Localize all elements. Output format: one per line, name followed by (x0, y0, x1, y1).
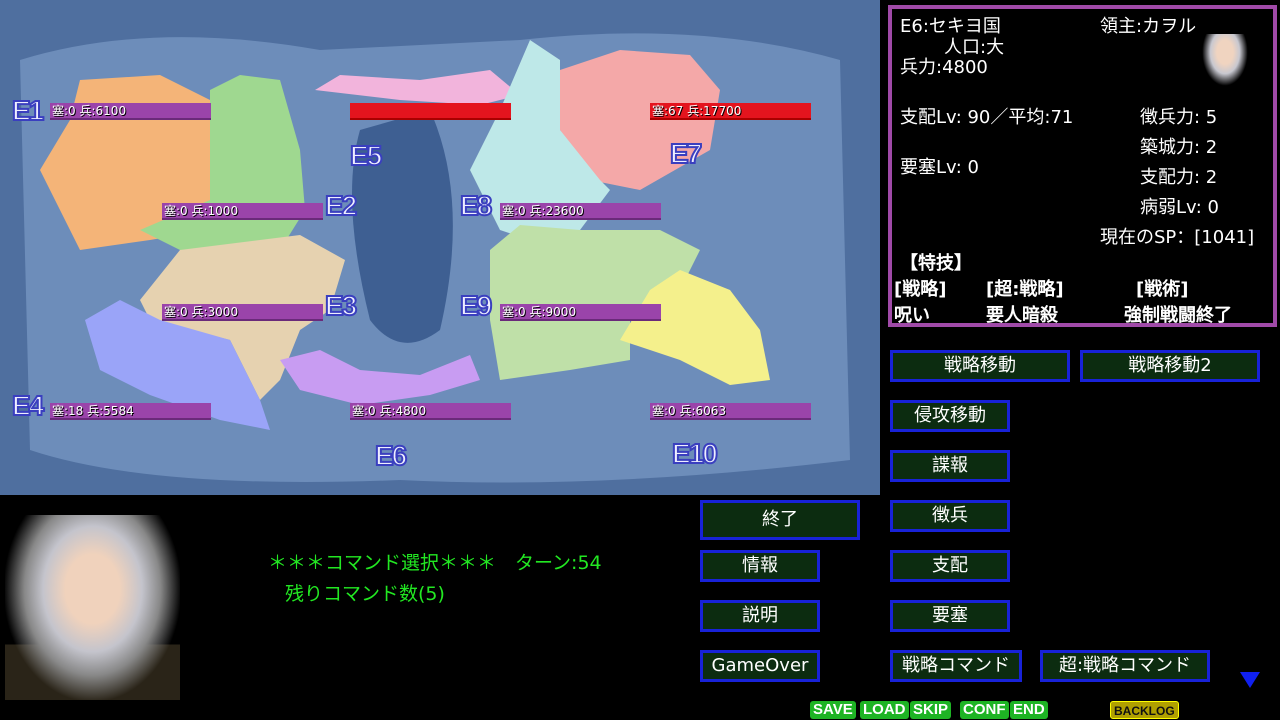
help-button[interactable]: 説明 (700, 600, 820, 632)
recruit-power: 徴兵力: 5 (1140, 107, 1218, 128)
region-status-e5 (350, 103, 511, 120)
troops: 兵力:4800 (900, 57, 988, 78)
region-status-e8: 塞:0 兵:23600 (500, 203, 661, 220)
sick-level: 病弱Lv: 0 (1140, 197, 1219, 218)
region-label-e2[interactable]: E2 (324, 189, 358, 222)
spy-button[interactable]: 諜報 (890, 450, 1010, 482)
control-level: 支配Lv: 90／平均:71 (900, 107, 1074, 128)
skill-header-strategy: [戦略] (894, 279, 947, 300)
recruit-button[interactable]: 徴兵 (890, 500, 1010, 532)
region-label-e6[interactable]: E6 (374, 439, 408, 472)
lord-portrait (1202, 34, 1248, 86)
invade-move-button[interactable]: 侵攻移動 (890, 400, 1010, 432)
skill-header-super: [超:戦略] (986, 279, 1064, 300)
load-button[interactable]: LOAD (860, 701, 909, 719)
region-status-e2: 塞:0 兵:1000 (162, 203, 323, 220)
current-sp: 現在のSP：[1041] (1100, 227, 1255, 248)
fort-button[interactable]: 要塞 (890, 600, 1010, 632)
skill-strategy: 呪い (894, 305, 930, 326)
character-portrait (5, 515, 180, 700)
command-select-message: ＊＊＊コマンド選択＊＊＊ ターン:54 (268, 552, 602, 574)
strategy-command-button[interactable]: 戦略コマンド (890, 650, 1022, 682)
region-label-e7[interactable]: E7 (669, 137, 703, 170)
region-label-e5[interactable]: E5 (349, 139, 383, 172)
province-info-panel: E6:セキヨ国 領主:カヲル 人口:大 兵力:4800 支配Lv: 90／平均:… (888, 5, 1277, 327)
end-turn-button[interactable]: 終了 (700, 500, 860, 540)
gameover-button[interactable]: GameOver (700, 650, 820, 682)
strategic-move-button[interactable]: 戦略移動 (890, 350, 1070, 382)
region-status-e4: 塞:18 兵:5584 (50, 403, 211, 420)
map-terrain (20, 33, 850, 483)
region-status-e9: 塞:0 兵:9000 (500, 304, 661, 321)
region-status-e7: 塞:67 兵:17700 (650, 103, 811, 120)
backlog-button[interactable]: BACKLOG (1110, 701, 1179, 719)
strategic-move2-button[interactable]: 戦略移動2 (1080, 350, 1260, 382)
skill-tactic: 強制戦闘終了 (1124, 305, 1232, 326)
build-power: 築城力: 2 (1140, 137, 1218, 158)
world-map[interactable]: E1 塞:0 兵:6100 E2 塞:0 兵:1000 E3 塞:0 兵:3000 E4 塞:… (0, 0, 880, 495)
super-strategy-command-button[interactable]: 超:戦略コマンド (1040, 650, 1210, 682)
region-label-e10[interactable]: E10 (671, 437, 719, 470)
info-button[interactable]: 情報 (700, 550, 820, 582)
region-label-e4[interactable]: E4 (11, 389, 45, 422)
next-page-arrow-icon[interactable] (1240, 672, 1260, 688)
fort-level: 要塞Lv: 0 (900, 157, 979, 178)
region-label-e9[interactable]: E9 (459, 289, 493, 322)
config-button[interactable]: CONF (960, 701, 1009, 719)
lord-name: 領主:カヲル (1100, 16, 1197, 37)
region-status-e10: 塞:0 兵:6063 (650, 403, 811, 420)
end-button[interactable]: END (1010, 701, 1048, 719)
region-status-e6: 塞:0 兵:4800 (350, 403, 511, 420)
region-label-e8[interactable]: E8 (459, 189, 493, 222)
skills-title: 【特技】 (900, 253, 972, 274)
skill-header-tactic: [戦術] (1136, 279, 1189, 300)
region-status-e1: 塞:0 兵:6100 (50, 103, 211, 120)
save-button[interactable]: SAVE (810, 701, 856, 719)
region-label-e1[interactable]: E1 (11, 94, 45, 127)
skip-button[interactable]: SKIP (910, 701, 952, 719)
rule-power: 支配力: 2 (1140, 167, 1218, 188)
region-status-e3: 塞:0 兵:3000 (162, 304, 323, 321)
skill-super: 要人暗殺 (986, 305, 1058, 326)
remaining-commands: 残りコマンド数(5) (285, 583, 445, 605)
region-label-e3[interactable]: E3 (324, 289, 358, 322)
rule-button[interactable]: 支配 (890, 550, 1010, 582)
